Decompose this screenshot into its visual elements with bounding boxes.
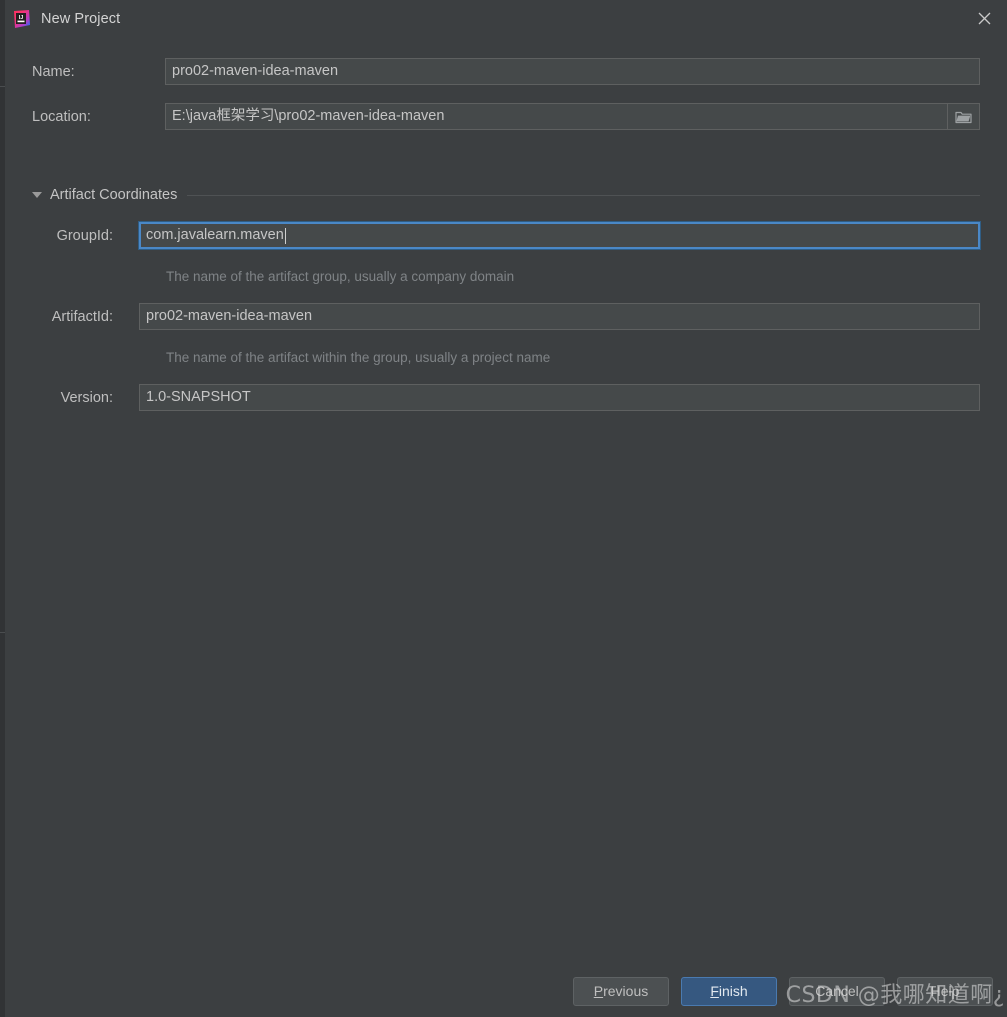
chevron-down-icon[interactable] [32, 192, 42, 198]
previous-button[interactable]: Previous [573, 976, 669, 1006]
title-bar: IJ New Project [5, 0, 1007, 37]
svg-text:IJ: IJ [19, 15, 24, 21]
groupid-input[interactable]: com.javalearn.maven [138, 221, 981, 250]
location-field-row: Location: E:\java框架学习\pro02-maven-idea-m… [32, 103, 980, 130]
help-button[interactable]: Help [897, 976, 993, 1006]
cancel-button[interactable]: Cancel [789, 976, 885, 1006]
folder-icon[interactable] [947, 103, 980, 130]
close-icon[interactable] [961, 0, 1007, 37]
artifact-coordinates-section-header[interactable]: Artifact Coordinates [32, 185, 980, 205]
groupid-label: GroupId: [56, 227, 113, 244]
dialog-title: New Project [41, 10, 121, 27]
finish-button[interactable]: Finish [681, 976, 777, 1006]
location-input-group: E:\java框架学习\pro02-maven-idea-maven [165, 103, 980, 130]
artifactid-hint: The name of the artifact within the grou… [166, 350, 551, 365]
dialog-content: Name: pro02-maven-idea-maven Location: E… [5, 37, 1007, 1017]
finish-button-mnemonic: F [710, 983, 719, 999]
previous-button-label: revious [603, 983, 649, 999]
artifactid-field-row: ArtifactId: pro02-maven-idea-maven [32, 303, 980, 330]
name-field-row: Name: pro02-maven-idea-maven [32, 58, 980, 85]
location-label: Location: [32, 108, 91, 125]
section-title: Artifact Coordinates [50, 187, 178, 203]
groupid-hint: The name of the artifact group, usually … [166, 269, 515, 284]
version-label: Version: [60, 389, 113, 406]
name-label: Name: [32, 63, 75, 80]
groupid-field-row: GroupId: com.javalearn.maven [32, 221, 981, 250]
previous-button-mnemonic: P [593, 983, 604, 999]
artifactid-input[interactable]: pro02-maven-idea-maven [139, 303, 980, 330]
location-input[interactable]: E:\java框架学习\pro02-maven-idea-maven [165, 103, 947, 130]
new-project-dialog: IJ New Project Name: pro02-maven-idea-ma… [5, 0, 1007, 1017]
section-divider [187, 194, 980, 196]
groupid-value: com.javalearn.maven [146, 227, 284, 243]
version-input[interactable]: 1.0-SNAPSHOT [139, 384, 980, 411]
artifactid-label: ArtifactId: [51, 308, 113, 325]
text-caret [284, 227, 286, 244]
name-input[interactable]: pro02-maven-idea-maven [165, 58, 980, 85]
dialog-footer: Previous Finish Cancel Help CSDN @我哪知道啊¿ [5, 965, 1007, 1017]
intellij-idea-icon: IJ [12, 9, 30, 28]
version-field-row: Version: 1.0-SNAPSHOT [32, 384, 980, 411]
finish-button-label: inish [718, 983, 748, 999]
